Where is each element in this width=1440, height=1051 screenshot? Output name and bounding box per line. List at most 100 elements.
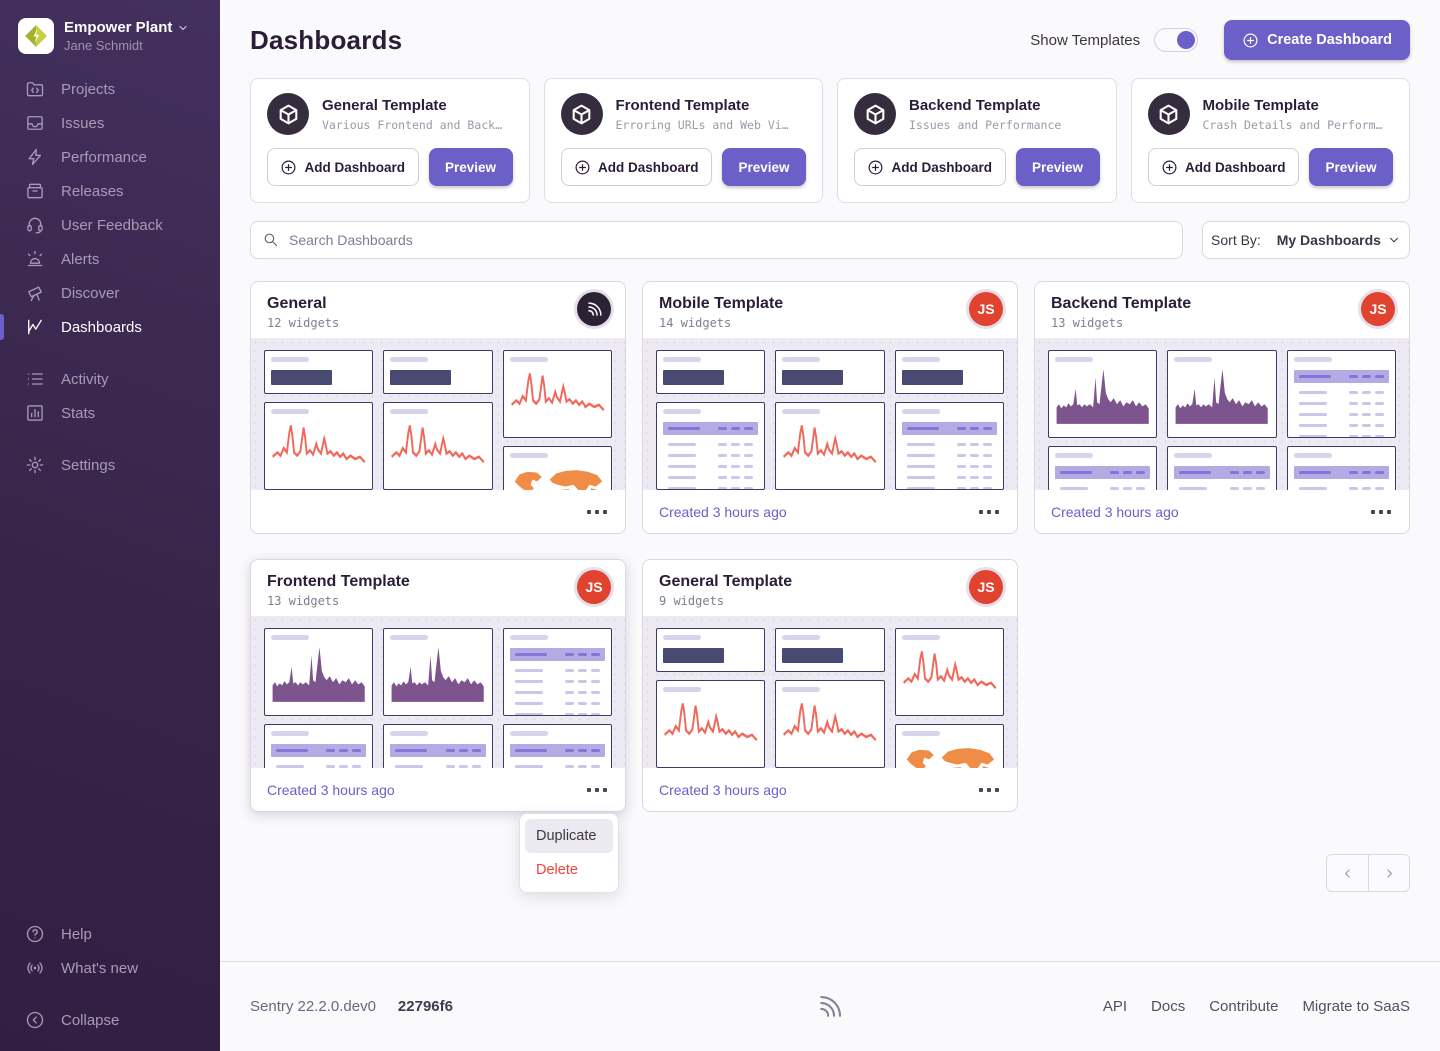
footer-link-docs[interactable]: Docs <box>1151 998 1185 1015</box>
context-menu-item-delete[interactable]: Delete <box>525 853 613 887</box>
dashboard-card[interactable]: Mobile Template14 widgetsJSCreated 3 hou… <box>642 281 1018 534</box>
template-cube-icon <box>561 93 603 135</box>
add-dashboard-button[interactable]: Add Dashboard <box>267 148 419 186</box>
projects-icon <box>25 79 45 99</box>
mini-widget-area-chart <box>1167 350 1276 438</box>
dashboard-title: Frontend Template <box>267 573 609 591</box>
org-name: Empower Plant <box>64 19 172 36</box>
sidebar: Empower Plant Jane Schmidt ProjectsIssue… <box>0 0 220 1051</box>
mini-widget-line-chart <box>775 402 884 490</box>
plus-circle-icon <box>867 159 884 176</box>
footer-link-api[interactable]: API <box>1103 998 1127 1015</box>
template-title: Backend Template <box>909 97 1061 114</box>
issues-icon <box>25 113 45 133</box>
more-options-button[interactable] <box>585 782 609 798</box>
mini-widget-world-map <box>895 724 1004 768</box>
template-card: General Template Various Frontend and Bac… <box>250 78 530 203</box>
chevron-down-icon <box>1387 233 1401 247</box>
mini-widget-big-number <box>656 350 765 394</box>
pagination <box>1326 854 1410 892</box>
dashboard-widget-count: 13 widgets <box>267 594 609 608</box>
sidebar-item-projects[interactable]: Projects <box>0 72 220 106</box>
mini-widget-table <box>383 724 492 768</box>
mini-widget-area-chart <box>1048 350 1157 438</box>
mini-widget-line-chart <box>383 402 492 490</box>
sentry-avatar <box>577 292 611 326</box>
dashboard-card[interactable]: Backend Template13 widgetsJSCreated 3 ho… <box>1034 281 1410 534</box>
performance-icon <box>25 147 45 167</box>
sidebar-item-settings[interactable]: Settings <box>0 448 220 482</box>
preview-button[interactable]: Preview <box>1309 148 1393 186</box>
template-description: Issues and Performance <box>909 118 1061 132</box>
sidebar-item-alerts[interactable]: Alerts <box>0 242 220 276</box>
mini-widget-table <box>1167 446 1276 490</box>
dashboard-card[interactable]: Frontend Template13 widgetsJSCreated 3 h… <box>250 559 626 812</box>
mini-widget-big-number <box>264 350 373 394</box>
sidebar-item-dashboards[interactable]: Dashboards <box>0 310 220 344</box>
dashboard-card[interactable]: General12 widgets <box>250 281 626 534</box>
template-cards-row: General Template Various Frontend and Bac… <box>250 78 1410 203</box>
more-options-button[interactable] <box>977 504 1001 520</box>
sidebar-collapse[interactable]: Collapse <box>0 1003 220 1037</box>
mini-widget-big-number <box>895 350 1004 394</box>
stats-icon <box>25 403 45 423</box>
user-feedback-icon <box>25 215 45 235</box>
more-options-button[interactable] <box>585 504 609 520</box>
template-description: Various Frontend and Back… <box>322 118 502 132</box>
prev-page-button[interactable] <box>1327 855 1368 891</box>
mini-widget-line-chart <box>895 628 1004 716</box>
template-title: General Template <box>322 97 502 114</box>
preview-button[interactable]: Preview <box>429 148 513 186</box>
template-card: Frontend TemplateErroring URLs and Web V… <box>544 78 824 203</box>
user-avatar: JS <box>969 570 1003 604</box>
sidebar-item-activity[interactable]: Activity <box>0 362 220 396</box>
sidebar-item-what-s-new[interactable]: What's new <box>0 951 220 985</box>
dashboard-card[interactable]: General Template9 widgetsJSCreated 3 hou… <box>642 559 1018 812</box>
dashboard-preview <box>251 338 625 490</box>
sidebar-item-discover[interactable]: Discover <box>0 276 220 310</box>
footer-link-contribute[interactable]: Contribute <box>1209 998 1278 1015</box>
discover-icon <box>25 283 45 303</box>
page-footer: Sentry 22.2.0.dev0 22796f6 APIDocsContri… <box>220 961 1440 1051</box>
add-dashboard-button[interactable]: Add Dashboard <box>1148 148 1300 186</box>
search-icon <box>262 231 279 248</box>
add-dashboard-button[interactable]: Add Dashboard <box>854 148 1006 186</box>
template-title: Mobile Template <box>1203 97 1383 114</box>
show-templates-label: Show Templates <box>1030 32 1140 49</box>
plus-circle-icon <box>1242 32 1259 49</box>
create-dashboard-button[interactable]: Create Dashboard <box>1224 20 1410 60</box>
more-options-button[interactable] <box>1369 504 1393 520</box>
show-templates-toggle[interactable] <box>1154 28 1198 52</box>
mini-widget-line-chart <box>775 680 884 768</box>
preview-button[interactable]: Preview <box>722 148 806 186</box>
preview-button[interactable]: Preview <box>1016 148 1100 186</box>
search-input[interactable] <box>250 221 1183 259</box>
mini-widget-line-chart <box>503 350 612 438</box>
whats-new-icon <box>25 958 45 978</box>
dashboard-title: Mobile Template <box>659 295 1001 313</box>
dashboard-created-label: Created 3 hours ago <box>1051 504 1179 520</box>
more-options-button[interactable] <box>977 782 1001 798</box>
chevron-right-icon <box>1382 866 1397 881</box>
sidebar-item-performance[interactable]: Performance <box>0 140 220 174</box>
activity-icon <box>25 369 45 389</box>
sidebar-nav: ProjectsIssuesPerformanceReleasesUser Fe… <box>0 72 220 482</box>
sort-by-dropdown[interactable]: Sort By: My Dashboards <box>1202 221 1410 259</box>
sidebar-item-stats[interactable]: Stats <box>0 396 220 430</box>
collapse-icon <box>25 1010 45 1030</box>
org-switcher[interactable]: Empower Plant Jane Schmidt <box>0 18 220 72</box>
dashboard-created-label: Created 3 hours ago <box>659 782 787 798</box>
sidebar-item-issues[interactable]: Issues <box>0 106 220 140</box>
mini-widget-big-number <box>775 350 884 394</box>
main-area: Dashboards Show Templates Create Dashboa… <box>220 0 1440 1051</box>
footer-link-migrate-to-saas[interactable]: Migrate to SaaS <box>1302 998 1410 1015</box>
next-page-button[interactable] <box>1368 855 1409 891</box>
context-menu-item-duplicate[interactable]: Duplicate <box>525 819 613 853</box>
template-cube-icon <box>267 93 309 135</box>
sidebar-item-help[interactable]: Help <box>0 917 220 951</box>
mini-widget-table <box>264 724 373 768</box>
user-avatar: JS <box>1361 292 1395 326</box>
sidebar-item-releases[interactable]: Releases <box>0 174 220 208</box>
sidebar-item-user-feedback[interactable]: User Feedback <box>0 208 220 242</box>
add-dashboard-button[interactable]: Add Dashboard <box>561 148 713 186</box>
